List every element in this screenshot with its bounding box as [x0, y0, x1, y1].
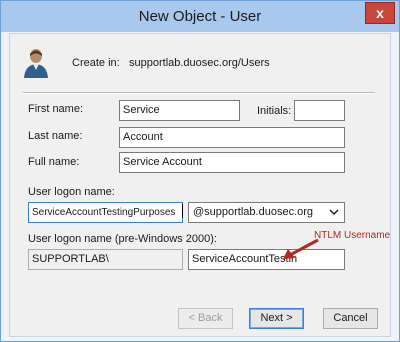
- first-name-field[interactable]: Service: [119, 100, 240, 121]
- create-in-label: Create in:: [72, 57, 120, 69]
- pre2000-domain-field: SUPPORTLAB\: [28, 249, 183, 270]
- dialog-panel: [9, 33, 391, 337]
- initials-field[interactable]: [294, 100, 345, 121]
- close-button[interactable]: x: [365, 2, 395, 24]
- new-object-user-dialog: New Object - User x Create in: supportla…: [0, 0, 400, 342]
- upn-suffix-dropdown[interactable]: @supportlab.duosec.org: [188, 202, 345, 223]
- initials-label: Initials:: [257, 105, 292, 117]
- next-button[interactable]: Next >: [249, 308, 304, 329]
- last-name-field[interactable]: Account: [119, 127, 345, 148]
- ntlm-username-annotation: NTLM Username: [314, 230, 391, 241]
- window-title: New Object - User: [138, 8, 262, 25]
- last-name-label: Last name:: [28, 130, 83, 142]
- logon-name-field[interactable]: ServiceAccountTestingPurposes: [28, 202, 183, 223]
- full-name-label: Full name:: [28, 156, 80, 168]
- create-in-path: supportlab.duosec.org/Users: [129, 57, 270, 69]
- first-name-label: First name:: [28, 103, 84, 115]
- user-icon: [24, 49, 48, 78]
- text-caret: [182, 204, 183, 218]
- annotation-arrow-icon: [283, 238, 319, 259]
- pre2000-logon-label: User logon name (pre-Windows 2000):: [28, 233, 217, 245]
- upn-suffix-value: @supportlab.duosec.org: [193, 206, 314, 218]
- logon-name-label: User logon name:: [28, 186, 115, 198]
- title-bar[interactable]: New Object - User x: [1, 1, 399, 32]
- pre2000-logon-name-field[interactable]: ServiceAccountTestin: [188, 249, 345, 270]
- back-button[interactable]: < Back: [178, 308, 233, 329]
- cancel-button[interactable]: Cancel: [323, 308, 378, 329]
- chevron-down-icon: [329, 209, 339, 216]
- divider: [23, 92, 375, 94]
- full-name-field[interactable]: Service Account: [119, 152, 345, 173]
